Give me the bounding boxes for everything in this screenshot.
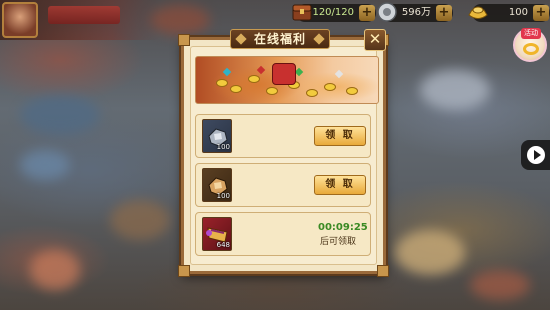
player-name-plate — [48, 6, 120, 24]
reward-row: 648 00:09:25 后可领取 — [195, 212, 371, 256]
silver-resource: 596万 + — [377, 2, 453, 22]
reward-row: 100 领 取 — [195, 114, 371, 158]
reward-quantity: 100 — [216, 192, 230, 200]
silver-add-button[interactable]: + — [436, 5, 452, 21]
claim-button[interactable]: 领 取 — [314, 175, 366, 195]
gold-add-button[interactable]: + — [533, 5, 549, 21]
countdown-timer: 00:09:25 — [318, 222, 368, 233]
silver-coin-icon — [377, 2, 397, 22]
bronze-ingot-icon: 100 — [202, 168, 232, 202]
dialog-title-plate: 在线福利 — [230, 29, 330, 49]
gold-value: 100 — [508, 7, 528, 18]
silver-ingot-icon: 100 — [202, 119, 232, 153]
stamina-chest-icon — [292, 4, 312, 21]
close-button[interactable]: ✕ — [364, 29, 386, 51]
gold-ingot-icon — [468, 6, 488, 19]
claim-button[interactable]: 领 取 — [314, 126, 366, 146]
stamina-resource: 120/120 + — [292, 4, 376, 22]
event-badge-button[interactable]: 活动 — [513, 28, 547, 62]
gold-resource: 100 + — [468, 4, 550, 22]
silver-value: 596万 — [401, 7, 431, 18]
play-button[interactable] — [521, 140, 550, 170]
gold-ring-icon — [523, 43, 539, 55]
reward-quantity: 100 — [216, 143, 230, 151]
player-info-banner — [0, 0, 160, 40]
player-avatar[interactable] — [2, 2, 38, 38]
treasure-banner-image — [195, 56, 379, 104]
stamina-value: 120/120 — [312, 7, 354, 18]
stamina-add-button[interactable]: + — [359, 5, 375, 21]
reward-row: 100 领 取 — [195, 163, 371, 207]
event-badge-tag: 活动 — [521, 28, 541, 39]
scroll-icon: 648 — [202, 217, 232, 251]
reward-quantity: 648 — [216, 241, 230, 249]
close-icon: ✕ — [368, 30, 382, 48]
countdown-note: 后可领取 — [320, 237, 357, 247]
